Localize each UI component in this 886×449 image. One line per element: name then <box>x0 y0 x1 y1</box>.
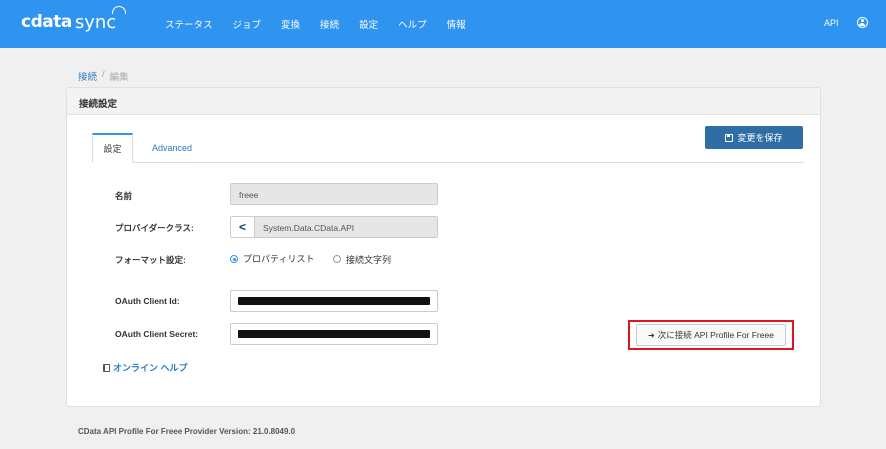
logo-sync-text: sync <box>75 5 127 33</box>
client-id-input[interactable] <box>230 290 438 312</box>
tab-bar: 設定 Advanced <box>92 133 804 163</box>
nav-status[interactable]: ステータス <box>165 17 213 31</box>
nav-help[interactable]: ヘルプ <box>398 17 427 31</box>
provider-class-field[interactable]: < System.Data.CData.API <box>230 216 438 238</box>
radio-connection-string-label: 接続文字列 <box>346 255 392 265</box>
cdata-provider-icon: < <box>231 217 255 237</box>
tab-advanced[interactable]: Advanced <box>152 133 192 163</box>
client-secret-input[interactable] <box>230 323 438 345</box>
nav-transform[interactable]: 変換 <box>281 17 300 31</box>
nav-info[interactable]: 情報 <box>447 17 466 31</box>
online-help-label: オンライン ヘルプ <box>113 363 188 373</box>
format-label: フォーマット設定: <box>115 255 186 265</box>
client-secret-label: OAuth Client Secret: <box>115 329 199 339</box>
main-nav: ステータス ジョブ 変換 接続 設定 ヘルプ 情報 <box>165 0 486 48</box>
connect-button[interactable]: ➜ 次に接続 API Profile For Freee <box>636 324 786 346</box>
redacted-value <box>238 330 430 338</box>
tab-settings[interactable]: 設定 <box>92 133 133 163</box>
provider-class-label: プロバイダークラス: <box>115 223 194 233</box>
radio-connection-string[interactable]: 接続文字列 <box>333 253 391 266</box>
provider-version-footer: CData API Profile For Freee Provider Ver… <box>78 427 296 436</box>
cdata-sync-logo[interactable]: cdata sync <box>21 5 127 33</box>
nav-api[interactable]: API <box>824 18 839 28</box>
sign-in-icon: ➜ <box>648 330 655 340</box>
client-id-label: OAuth Client Id: <box>115 296 180 306</box>
cloud-icon <box>112 5 127 14</box>
user-circle-icon[interactable] <box>857 17 868 28</box>
format-radio-group: プロパティリスト 接続文字列 <box>230 253 391 266</box>
top-navbar: cdata sync ステータス ジョブ 変換 接続 設定 ヘルプ 情報 API <box>0 0 886 48</box>
nav-settings[interactable]: 設定 <box>359 17 378 31</box>
redacted-value <box>238 297 430 305</box>
connect-button-label: 次に接続 API Profile For Freee <box>657 330 774 340</box>
nav-connections[interactable]: 接続 <box>320 17 339 31</box>
book-icon <box>103 363 110 372</box>
breadcrumb-connections-link[interactable]: 接続 <box>78 69 97 83</box>
breadcrumb-separator: / <box>102 69 105 80</box>
breadcrumb-current: 編集 <box>109 72 129 83</box>
breadcrumb: 接続 / 編集 <box>78 69 129 83</box>
provider-class-value: System.Data.CData.API <box>255 217 437 237</box>
radio-property-list-label: プロパティリスト <box>243 254 315 264</box>
connection-settings-panel: 接続設定 変更を保存 設定 Advanced 名前 freee プロバイダークラ… <box>66 87 821 407</box>
logo-cdata-text: cdata <box>21 12 72 32</box>
nav-jobs[interactable]: ジョブ <box>233 17 262 31</box>
radio-property-list[interactable]: プロパティリスト <box>230 253 317 266</box>
radio-unchecked-icon <box>333 255 341 263</box>
panel-title: 接続設定 <box>67 88 820 115</box>
online-help-link[interactable]: オンライン ヘルプ <box>103 361 188 374</box>
radio-checked-icon <box>230 255 238 263</box>
name-label: 名前 <box>115 191 133 201</box>
name-field[interactable]: freee <box>230 183 438 205</box>
